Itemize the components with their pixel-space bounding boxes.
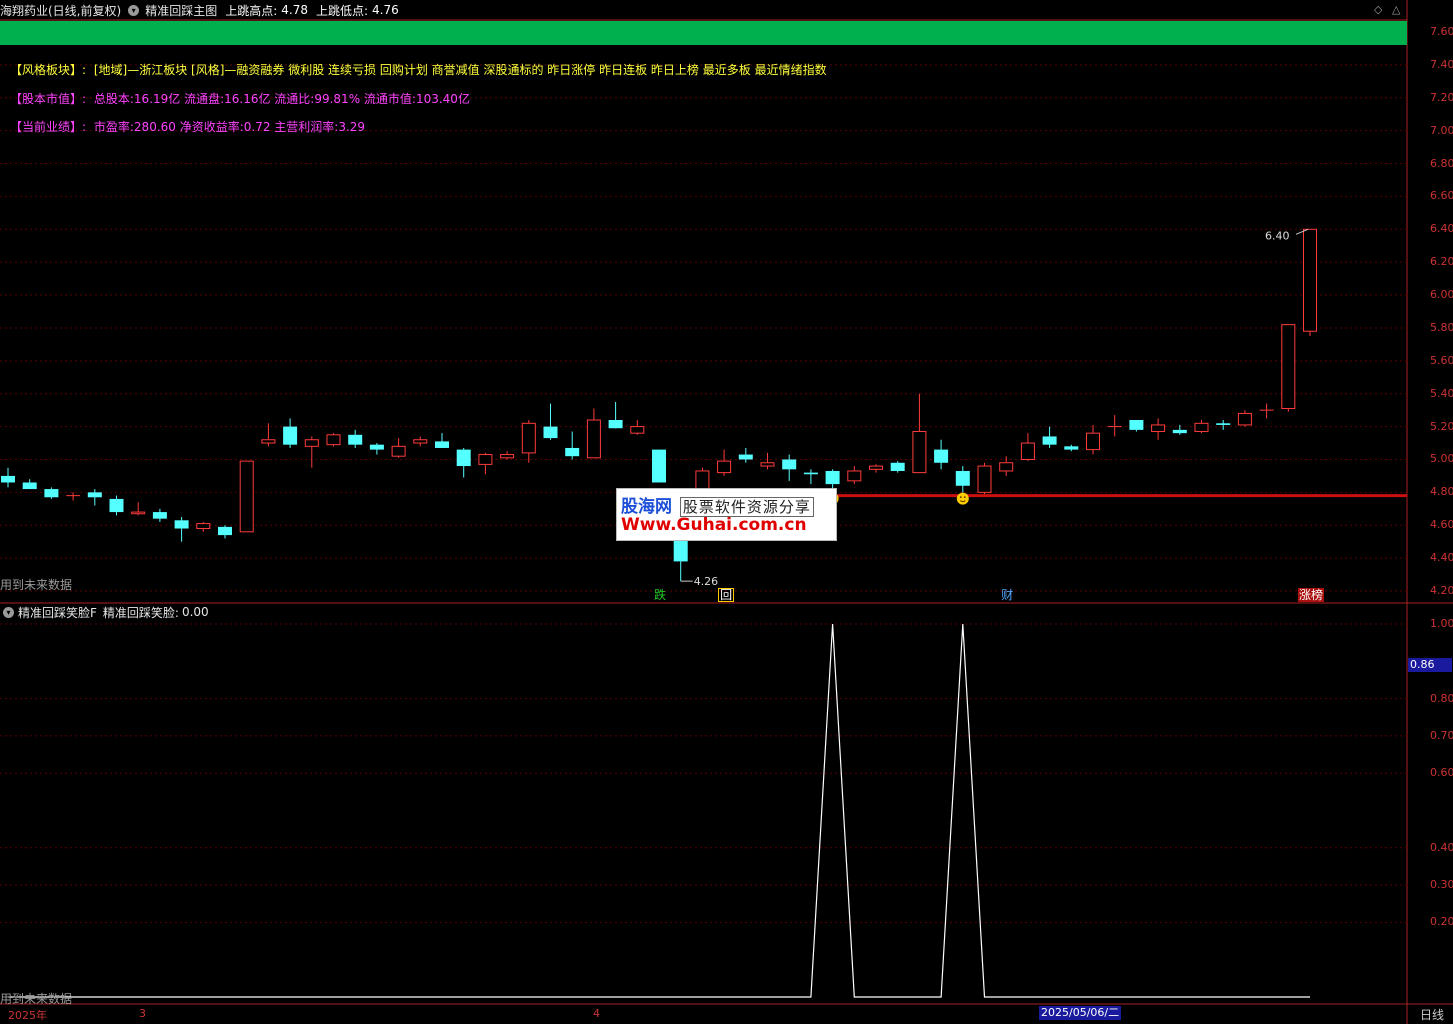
price-tick: 6.00 bbox=[1430, 288, 1453, 302]
price-tick: 7.40 bbox=[1430, 57, 1453, 71]
capital-label: 【股本市值】: bbox=[10, 92, 87, 106]
sub-indicator-name[interactable]: 精准回踩笑脸F bbox=[18, 604, 97, 621]
watermark-text: 股票软件资源分享 bbox=[679, 497, 814, 517]
capital-value: 总股本:16.19亿 流通盘:16.16亿 流通比:99.81% 流通市值:10… bbox=[93, 92, 470, 106]
period-selector[interactable]: 日线 bbox=[1420, 1006, 1444, 1023]
price-tick: 4.80 bbox=[1430, 485, 1453, 499]
watermark-logo: 股海网 bbox=[621, 497, 672, 517]
indicator-tick: 0.40 bbox=[1430, 840, 1453, 854]
perf-row: 【当前业绩】: 市盈率:280.60 净资收益率:0.72 主营利润率:3.29 bbox=[10, 118, 365, 135]
high-label: 上跳高点: bbox=[225, 3, 278, 18]
up-arrow-icon[interactable]: △ bbox=[1392, 3, 1400, 16]
price-tick: 6.40 bbox=[1430, 222, 1453, 236]
stock-name[interactable]: 海翔药业(日线,前复权) bbox=[0, 2, 121, 19]
indicator-tick: 0.20 bbox=[1430, 915, 1453, 929]
future-data-note-sub: 用到未来数据 bbox=[0, 992, 73, 1006]
capital-row: 【股本市值】: 总股本:16.19亿 流通盘:16.16亿 流通比:99.81%… bbox=[10, 90, 470, 107]
date-march: 3 bbox=[139, 1007, 146, 1020]
window-controls: ◇ △ bbox=[1374, 3, 1400, 16]
date-april: 4 bbox=[593, 1007, 600, 1020]
indicator-name[interactable]: 精准回踩主图 bbox=[145, 2, 217, 19]
price-tick: 4.40 bbox=[1430, 551, 1453, 565]
signal-marker: 回 bbox=[718, 588, 735, 602]
indicator-tick: 1.00 bbox=[1430, 617, 1453, 630]
price-tick: 4.60 bbox=[1430, 518, 1453, 532]
chevron-down-icon[interactable]: ▾ bbox=[128, 4, 140, 16]
future-data-note: 用到未来数据 bbox=[0, 578, 73, 592]
indicator-tick: 0.70 bbox=[1430, 728, 1453, 742]
high-value: 4.78 bbox=[281, 3, 308, 17]
price-tick: 5.80 bbox=[1430, 320, 1453, 334]
indicator-tick: 0.30 bbox=[1430, 878, 1453, 892]
date-year: 2025年 bbox=[8, 1009, 47, 1022]
sub-series-value: 0.00 bbox=[181, 605, 209, 619]
price-tick: 7.00 bbox=[1430, 123, 1453, 137]
price-tick: 5.20 bbox=[1430, 419, 1453, 433]
selected-date[interactable]: 2025/05/06/二 bbox=[1039, 1006, 1122, 1020]
price-tick: 6.60 bbox=[1430, 189, 1453, 203]
price-tick: 4.20 bbox=[1430, 584, 1453, 597]
style-label: 【风格板块】: bbox=[10, 63, 87, 77]
price-tick: 6.80 bbox=[1430, 156, 1453, 170]
price-tick: 7.20 bbox=[1430, 90, 1453, 104]
chevron-down-icon[interactable]: ▾ bbox=[3, 606, 14, 618]
current-value-badge: 0.86 bbox=[1408, 658, 1452, 672]
watermark-url: Www.Guhai.com.cn bbox=[621, 515, 807, 535]
price-tick: 5.40 bbox=[1430, 386, 1453, 400]
perf-value: 市盈率:280.60 净资收益率:0.72 主营利润率:3.29 bbox=[93, 120, 366, 134]
low-label: 上跳低点: bbox=[315, 3, 369, 18]
price-tick: 6.20 bbox=[1430, 255, 1453, 269]
price-tick: 7.60 bbox=[1430, 25, 1453, 38]
price-tick: 5.00 bbox=[1430, 452, 1453, 466]
low-value: 4.76 bbox=[372, 3, 399, 17]
perf-label: 【当前业绩】: bbox=[10, 120, 87, 134]
diamond-icon[interactable]: ◇ bbox=[1374, 3, 1382, 16]
title-bar: 海翔药业(日线,前复权) ▾ 精准回踩主图 上跳高点: 4.78 上跳低点: 4… bbox=[0, 0, 399, 20]
style-value: [地域]—浙江板块 [风格]—融资融券 微利股 连续亏损 回购计划 商誉减值 深… bbox=[93, 63, 827, 77]
info-banner bbox=[0, 21, 1407, 45]
price-tick: 5.60 bbox=[1430, 353, 1453, 367]
watermark: 股海网 股票软件资源分享 Www.Guhai.com.cn bbox=[616, 488, 837, 541]
indicator-tick: 0.60 bbox=[1430, 766, 1453, 780]
signal-marker: 涨榜 bbox=[1298, 588, 1325, 602]
style-row: 【风格板块】: [地域]—浙江板块 [风格]—融资融券 微利股 连续亏损 回购计… bbox=[10, 61, 827, 78]
indicator-tick: 0.80 bbox=[1430, 691, 1453, 705]
signal-marker: 跌 bbox=[654, 588, 667, 602]
sub-series-label: 精准回踩笑脸: bbox=[102, 605, 179, 620]
signal-marker: 财 bbox=[1001, 588, 1014, 602]
sub-panel-title: ▾ 精准回踩笑脸F 精准回踩笑脸: 0.00 bbox=[0, 604, 209, 620]
indicator-line bbox=[8, 623, 1310, 998]
